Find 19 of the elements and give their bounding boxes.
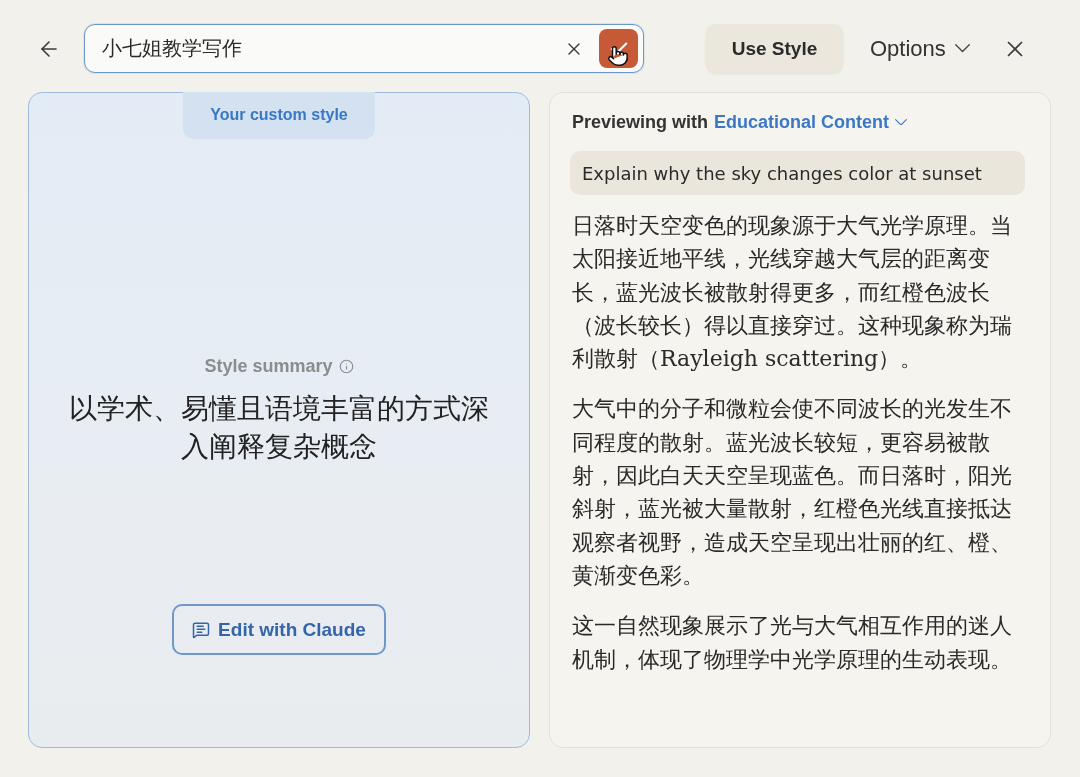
options-menu[interactable]: Options bbox=[870, 35, 970, 62]
response-paragraph: 这一自然现象展示了光与大气相互作用的迷人机制，体现了物理学中光学原理的生动表现。 bbox=[572, 612, 1013, 674]
style-summary: 以学术、易懂且语境丰富的方式深入阐释复杂概念 bbox=[68, 390, 490, 464]
prompt-bubble: Explain why the sky changes color at sunset bbox=[570, 151, 1025, 195]
summary-label: Style summary bbox=[204, 355, 333, 377]
use-style-button[interactable]: Use Style bbox=[706, 24, 843, 73]
chat-icon bbox=[192, 620, 211, 639]
chevron-down-icon bbox=[895, 118, 908, 126]
hand-cursor-icon bbox=[607, 45, 629, 67]
style-dropdown[interactable]: Educational Content bbox=[714, 111, 908, 133]
preview-heading: Previewing with bbox=[572, 111, 709, 133]
response-paragraph: 日落时天空变色的现象源于大气光学原理。当太阳接近地平线，光线穿越大气层的距离变长，蓝光波长被散射得更多，而红橙色波长（波长较长）得以直接穿过。这种现象称为瑞利散射（Rayleigh scattering）。 bbox=[572, 212, 1013, 374]
info-icon[interactable] bbox=[338, 358, 354, 374]
edit-with-claude-button[interactable]: Edit with Claude bbox=[172, 604, 386, 655]
response-paragraph: 大气中的分子和微粒会使不同波长的光发生不同程度的散射。蓝光波长较短，更容易被散射，因此白天天空呈现蓝色。而日落时，阳光斜射，蓝光被大量散射，红橙色光线直接抵达观察者视野，造成天空呈现出壮丽的红、橙、黄渐变色彩。 bbox=[572, 395, 1013, 590]
chevron-down-icon bbox=[954, 44, 970, 53]
custom-style-header: Your custom style bbox=[183, 91, 375, 139]
style-name-input[interactable]: 小七姐教学写作 bbox=[102, 33, 562, 64]
style-name-field[interactable]: 小七姐教学写作 bbox=[84, 24, 644, 73]
